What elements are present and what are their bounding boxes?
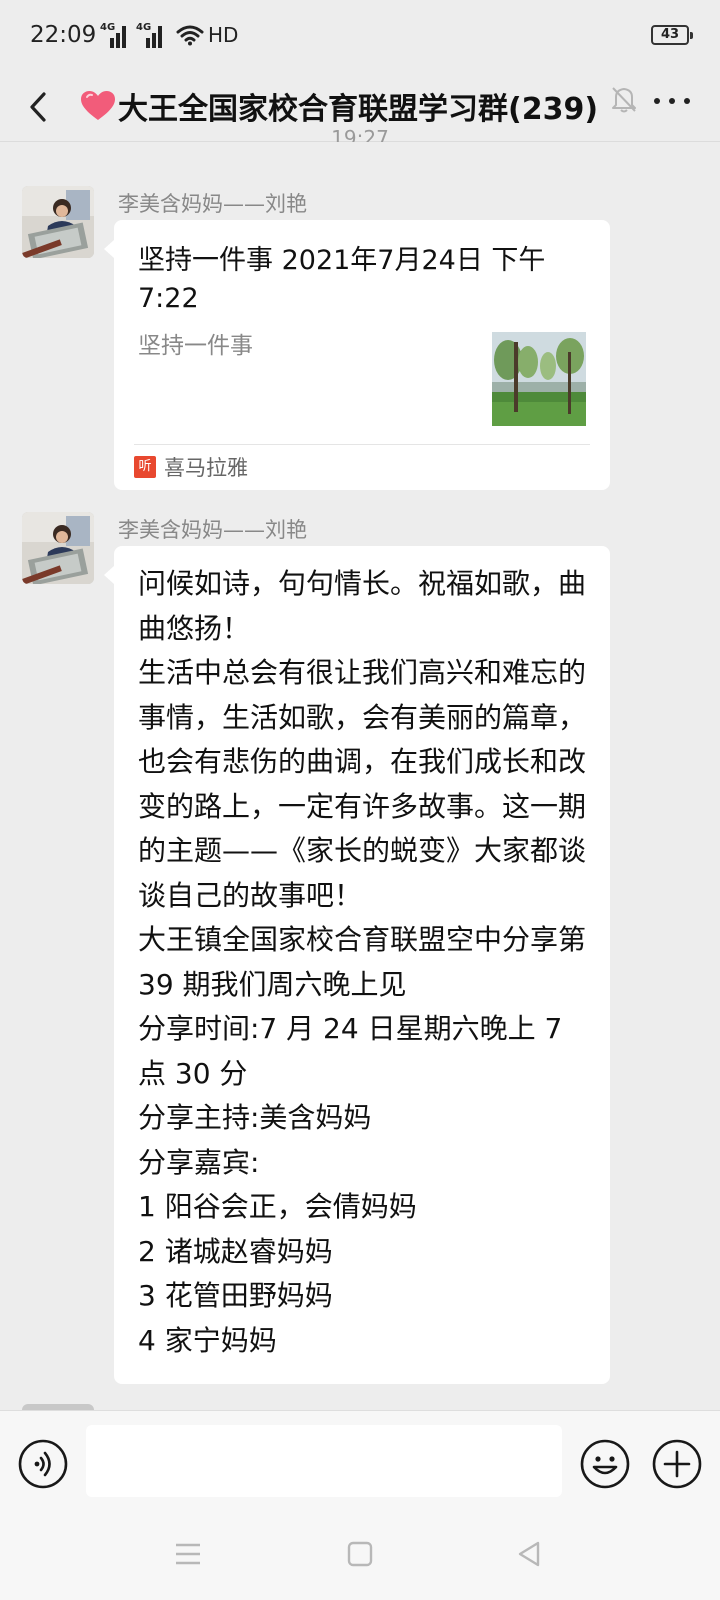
signal-2-label: 4G (136, 22, 152, 33)
card-description: 坚持一件事 (138, 333, 253, 359)
more-dots-icon (654, 98, 660, 104)
plus-icon (652, 1439, 702, 1489)
voice-button[interactable] (18, 1439, 68, 1489)
home-square-icon (347, 1541, 373, 1567)
message-text: 问候如诗，句句情长。祝福如歌，曲曲悠扬！ 生活中总会有很让我们高兴和难忘的事情，… (138, 567, 587, 1357)
menu-icon (176, 1543, 200, 1565)
battery-level: 43 (660, 27, 680, 42)
bell-off-icon (612, 87, 636, 113)
card-title: 坚持一件事 2021年7月24日 下午7:22 (138, 245, 546, 314)
system-back-button[interactable] (510, 1536, 550, 1572)
signal-1-label: 4G (100, 22, 116, 33)
sender-name: 李美含妈妈——刘艳 (118, 192, 307, 216)
avatar[interactable] (22, 186, 94, 258)
card-source: 喜马拉雅 (164, 456, 248, 480)
system-navigation-bar (0, 1510, 720, 1600)
heart-icon (81, 91, 115, 120)
back-button[interactable] (20, 82, 64, 132)
emoji-icon (580, 1439, 630, 1489)
card-divider (134, 444, 590, 445)
wifi-icon (176, 25, 204, 46)
home-button[interactable] (340, 1536, 380, 1572)
text-message-bubble[interactable]: 问候如诗，句句情长。祝福如歌，曲曲悠扬！ 生活中总会有很让我们高兴和难忘的事情，… (104, 546, 610, 1384)
emoji-button[interactable] (580, 1439, 630, 1489)
voice-icon (18, 1439, 68, 1489)
avatar-child-image (22, 512, 94, 584)
hd-label: HD (208, 23, 239, 47)
ximalaya-logo-icon: 听 (134, 456, 156, 478)
avatar-child-image (22, 186, 94, 258)
signal-1-icon: 4G (100, 22, 128, 48)
battery-icon: 43 (651, 25, 693, 45)
more-button[interactable] (648, 80, 698, 120)
message-input[interactable] (86, 1425, 562, 1497)
sender-name: 李美含妈妈——刘艳 (118, 518, 307, 542)
back-triangle-icon (518, 1541, 540, 1567)
status-bar: 22:09 4G 4G HD 43 (0, 0, 720, 72)
chat-title: 大王全国家校合育联盟学习群(239) (118, 92, 599, 127)
status-time: 22:09 (30, 22, 97, 48)
park-trees-image (492, 332, 586, 426)
menu-button[interactable] (168, 1536, 208, 1572)
card-thumbnail (492, 332, 586, 426)
input-bar (0, 1410, 720, 1510)
plus-button[interactable] (652, 1439, 702, 1489)
chat-title-area[interactable]: 大王全国家校合育联盟学习群(239) (80, 82, 598, 130)
chevron-left-icon (30, 92, 46, 122)
avatar[interactable] (22, 512, 94, 584)
time-divider: 19:27 (331, 128, 389, 142)
signal-2-icon: 4G (136, 22, 164, 48)
link-card-bubble[interactable]: 坚持一件事 2021年7月24日 下午7:22 坚持一件事 听 喜马拉雅 (104, 220, 610, 490)
